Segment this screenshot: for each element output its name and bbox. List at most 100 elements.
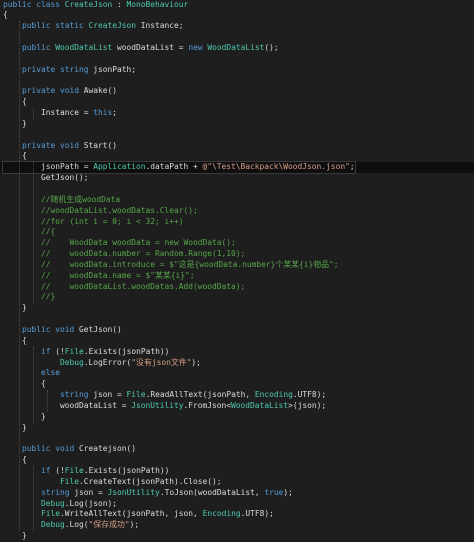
code-line[interactable]: { — [0, 455, 474, 466]
code-line-text: public void GetJson() — [3, 325, 122, 336]
code-line-text: public static CreateJson Instance; — [3, 21, 184, 32]
code-line[interactable]: woodDataList = JsonUtility.FromJson<Wood… — [0, 401, 474, 412]
code-token: } — [3, 531, 27, 541]
code-line[interactable]: // woodDataList.woodDatas.Add(woodData); — [0, 282, 474, 293]
code-line[interactable]: Debug.Log("保存成功"); — [0, 520, 474, 531]
code-token: string — [60, 390, 94, 400]
code-token: ); — [191, 357, 201, 367]
code-token: File — [64, 466, 84, 476]
code-line-text: Debug.Log("保存成功"); — [3, 520, 139, 531]
code-line[interactable] — [0, 75, 474, 86]
code-token: json = — [74, 487, 108, 497]
code-line-text: // woodData.number = Random.Range(1,10); — [3, 249, 245, 260]
code-token: MonoBehaviour — [126, 0, 189, 9]
code-line-text: if (!File.Exists(jsonPath)) — [3, 466, 169, 477]
code-line[interactable]: if (!File.Exists(jsonPath)) — [0, 466, 474, 477]
code-line[interactable]: } — [0, 303, 474, 314]
code-line[interactable]: if (!File.Exists(jsonPath)) — [0, 347, 474, 358]
code-line[interactable] — [0, 54, 474, 65]
code-line[interactable] — [0, 314, 474, 325]
code-line[interactable]: { — [0, 379, 474, 390]
code-token: { — [3, 379, 46, 389]
code-line[interactable]: // woodData.name = $"某某{i}"; — [0, 271, 474, 282]
code-token: .ReadAllText(jsonPath, — [145, 390, 255, 400]
code-token: : — [112, 0, 127, 9]
code-line[interactable]: // WoodData woodData = new WoodData(); — [0, 238, 474, 249]
code-line[interactable]: public void GetJson() — [0, 325, 474, 336]
code-line[interactable]: private void Start() — [0, 141, 474, 152]
code-line[interactable] — [0, 32, 474, 43]
indent-guide — [32, 466, 34, 532]
code-line[interactable]: public class CreateJson : MonoBehaviour — [0, 0, 474, 10]
code-line[interactable]: //{ — [0, 227, 474, 238]
code-token: if — [41, 346, 56, 356]
code-line[interactable]: { — [0, 151, 474, 162]
code-token: private void — [22, 140, 84, 150]
code-line[interactable]: string json = File.ReadAllText(jsonPath,… — [0, 390, 474, 401]
code-token: public static — [22, 21, 89, 31]
code-line[interactable]: //} — [0, 292, 474, 303]
code-line[interactable]: GetJson(); — [0, 173, 474, 184]
code-line[interactable]: } — [0, 412, 474, 423]
code-token: if — [41, 466, 56, 476]
code-line[interactable] — [0, 130, 474, 141]
code-line-text: private string jsonPath; — [3, 65, 136, 76]
code-token: // woodDataList.woodDatas.Add(woodData); — [41, 281, 246, 291]
code-line[interactable]: public WoodDataList woodDataList = new W… — [0, 43, 474, 54]
indent-guide — [18, 21, 20, 532]
code-line[interactable]: // woodData.introduce = $"这是{woodData.nu… — [0, 260, 474, 271]
code-line[interactable]: Debug.LogError("没有json文件"); — [0, 358, 474, 369]
code-line[interactable]: public void Createjson() — [0, 444, 474, 455]
code-line[interactable]: //for (int i = 0; i < 32; i++) — [0, 217, 474, 228]
code-token: Awake() — [83, 86, 118, 96]
code-line-text: Instance = this; — [3, 108, 117, 119]
code-line-text: { — [3, 379, 46, 390]
code-line-text: } — [3, 119, 27, 130]
code-line[interactable]: File.WriteAllText(jsonPath, json, Encodi… — [0, 509, 474, 520]
code-line[interactable]: else — [0, 368, 474, 379]
code-token: } — [3, 411, 46, 421]
code-editor[interactable]: public class CreateJson : MonoBehaviour{… — [0, 0, 474, 540]
code-line[interactable]: } — [0, 423, 474, 434]
code-token: .UTF8); — [240, 509, 274, 519]
code-token: JsonUtility — [131, 400, 184, 410]
code-token: File — [64, 346, 84, 356]
code-line[interactable]: File.CreateText(jsonPath).Close(); — [0, 477, 474, 488]
code-token: WoodDataList — [55, 42, 113, 52]
code-line[interactable] — [0, 184, 474, 195]
code-token: File — [41, 509, 61, 519]
code-line-text: Debug.Log(json); — [3, 499, 117, 510]
code-token: json = — [93, 390, 127, 400]
code-line[interactable]: } — [0, 531, 474, 542]
code-line[interactable]: private string jsonPath; — [0, 65, 474, 76]
code-token: Instance; — [136, 21, 184, 31]
code-line[interactable]: public static CreateJson Instance; — [0, 21, 474, 32]
code-line[interactable]: { — [0, 336, 474, 347]
code-line[interactable]: //随机生成woodData — [0, 195, 474, 206]
code-line[interactable] — [0, 434, 474, 445]
code-line[interactable]: //woodDataList.woodDatas.Clear(); — [0, 206, 474, 217]
code-line[interactable]: string json = JsonUtility.ToJson(woodDat… — [0, 488, 474, 499]
code-token: //for (int i = 0; i < 32; i++) — [41, 216, 184, 226]
code-line-text: //随机生成woodData — [3, 195, 120, 206]
code-token: .Exists(jsonPath)) — [83, 466, 170, 476]
code-token: .UTF8); — [292, 390, 327, 400]
code-line[interactable]: Debug.Log(json); — [0, 499, 474, 510]
code-token: .dataPath + — [145, 162, 203, 172]
code-line[interactable]: Instance = this; — [0, 108, 474, 119]
code-token: { — [3, 151, 27, 161]
code-line[interactable]: private void Awake() — [0, 86, 474, 97]
code-line[interactable]: jsonPath = Application.dataPath + @"\Tes… — [0, 161, 474, 175]
code-token: Start() — [83, 140, 118, 150]
code-line-text: jsonPath = Application.dataPath + @"\Tes… — [2, 161, 356, 175]
code-line[interactable]: } — [0, 119, 474, 130]
code-line[interactable]: // woodData.number = Random.Range(1,10); — [0, 249, 474, 260]
code-line[interactable]: { — [0, 10, 474, 21]
code-line-text: public WoodDataList woodDataList = new W… — [3, 43, 279, 54]
code-line[interactable]: { — [0, 97, 474, 108]
code-token: .CreateText(jsonPath).Close(); — [79, 476, 222, 486]
